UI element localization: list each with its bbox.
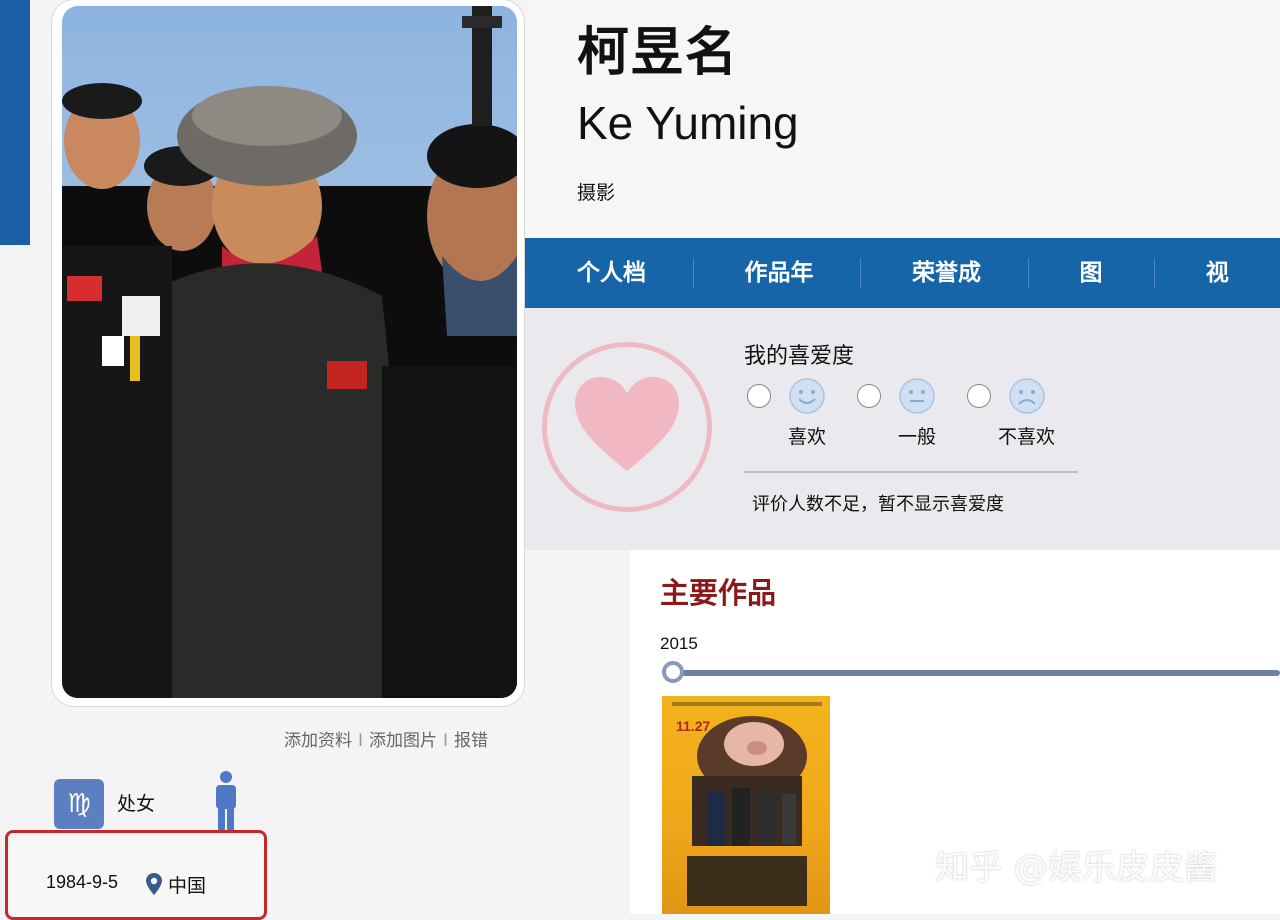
person-name-en: Ke Yuming: [577, 97, 799, 149]
report-link[interactable]: 报错: [454, 731, 488, 751]
birth-info-highlight-box: [5, 830, 267, 920]
favor-option-neutral[interactable]: [857, 378, 935, 414]
link-separator: I: [358, 731, 364, 751]
happy-face-icon: [789, 378, 825, 414]
timeline-marker[interactable]: [662, 661, 684, 683]
favor-label-dislike: 不喜欢: [998, 426, 1056, 448]
profile-photo: [62, 6, 517, 698]
favor-title: 我的喜爱度: [744, 344, 855, 369]
location-pin-icon: [146, 873, 162, 899]
poster-date: 11.27: [676, 718, 711, 734]
male-person-icon: [212, 770, 240, 834]
tab-profile[interactable]: 个人档案: [525, 238, 693, 356]
radio-dislike[interactable]: [967, 384, 991, 408]
country-label: 中国: [168, 875, 207, 897]
zodiac-label: 处女: [117, 793, 156, 815]
work-poster[interactable]: 11.27: [662, 696, 830, 914]
favor-label-neutral: 一般: [898, 426, 937, 448]
add-info-link[interactable]: 添加资料: [284, 731, 352, 751]
favor-label-like: 喜欢: [788, 426, 827, 448]
link-separator: I: [443, 731, 449, 751]
watermark: 知乎 @娱乐皮皮酱: [935, 848, 1218, 888]
timeline-year: 2015: [660, 634, 698, 653]
favor-option-like[interactable]: [747, 378, 825, 414]
tab-videos[interactable]: 视频: [1153, 238, 1280, 356]
works-title: 主要作品: [660, 576, 777, 610]
person-role: 摄影: [577, 182, 616, 204]
works-timeline[interactable]: [676, 670, 1280, 676]
favor-divider: [744, 471, 1078, 473]
radio-neutral[interactable]: [857, 384, 881, 408]
tab-photos[interactable]: 图片: [1027, 238, 1154, 356]
tab-filmography[interactable]: 作品年表: [692, 238, 861, 356]
sad-face-icon: [1009, 378, 1045, 414]
person-name-cn: 柯昱名: [577, 23, 740, 83]
virgo-zodiac-icon: ♍: [54, 779, 104, 829]
radio-like[interactable]: [747, 384, 771, 408]
profile-action-links: 添加资料 I 添加图片 I 报错: [284, 726, 488, 751]
tab-honors[interactable]: 荣誉成就: [860, 238, 1028, 356]
favor-note: 评价人数不足，暂不显示喜爱度: [752, 494, 1004, 515]
left-accent-bar: [0, 0, 30, 245]
neutral-face-icon: [899, 378, 935, 414]
birth-date: 1984-9-5: [46, 872, 119, 892]
favor-option-dislike[interactable]: [967, 378, 1045, 414]
profile-nav-bar: 个人档案 作品年表 荣誉成就 图片 视频: [525, 238, 1280, 356]
add-photo-link[interactable]: 添加图片: [369, 731, 437, 751]
heart-icon: [542, 342, 712, 512]
